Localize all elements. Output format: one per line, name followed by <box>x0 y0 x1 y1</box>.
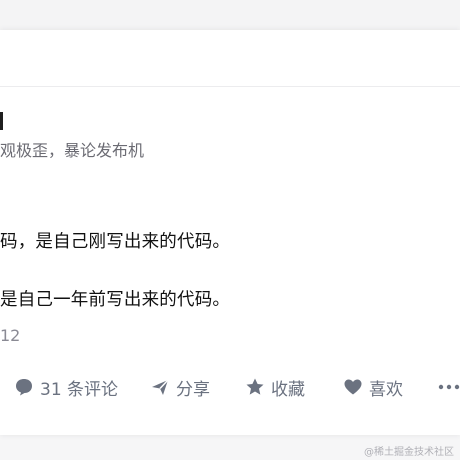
share-icon <box>150 377 170 397</box>
collect-label: 收藏 <box>271 379 305 400</box>
collect-button[interactable]: 收藏 <box>245 372 305 402</box>
comment-count-label: 31 条评论 <box>40 379 119 400</box>
post-text-line: 码，是自己刚写出来的代码。 <box>0 232 231 252</box>
comment-button[interactable]: 31 条评论 <box>14 372 118 402</box>
watermark: @稀土掘金技术社区 <box>364 447 454 458</box>
author-name-fragment[interactable] <box>0 112 3 130</box>
action-bar: 31 条评论 分享 收藏 喜欢 <box>0 372 460 402</box>
comment-icon <box>14 377 34 397</box>
post-text-line: 是自己一年前写出来的代码。 <box>0 290 231 310</box>
share-button[interactable]: 分享 <box>150 372 210 402</box>
more-button[interactable] <box>438 372 460 402</box>
heart-icon <box>343 377 363 397</box>
like-label: 喜欢 <box>369 379 403 400</box>
card-divider <box>0 86 460 87</box>
post-date: 12 <box>0 326 21 345</box>
star-icon <box>245 377 265 397</box>
author-bio: 观极歪，暴论发布机 <box>0 141 145 160</box>
more-icon <box>438 377 460 397</box>
share-label: 分享 <box>176 379 210 400</box>
like-button[interactable]: 喜欢 <box>343 372 403 402</box>
